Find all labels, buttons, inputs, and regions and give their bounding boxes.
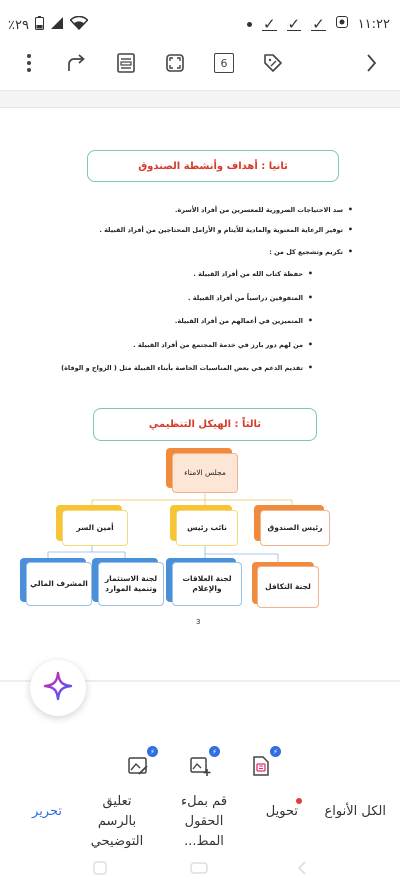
- document-view-icon[interactable]: [113, 50, 139, 76]
- image-edit-icon: [128, 757, 148, 775]
- battery-icon: [34, 16, 44, 34]
- nav-back-icon[interactable]: [296, 860, 308, 880]
- org-node-board: مجلس الامناء: [172, 453, 238, 493]
- check-icon: ✓: [261, 14, 277, 33]
- sparkle-icon: [43, 671, 73, 705]
- edit-image-tool[interactable]: ⚡: [124, 746, 158, 780]
- nav-home-icon[interactable]: [190, 860, 208, 880]
- chevron-right-icon[interactable]: [358, 50, 384, 76]
- org-node-vice-president: نائب رئيس: [176, 510, 238, 546]
- system-nav-bar: [0, 848, 400, 889]
- status-left: ٪٢٩: [8, 15, 89, 34]
- tab-fill-fields[interactable]: قم بملء الحقول المط...: [164, 792, 244, 852]
- org-node-financial-supervisor: المشرف المالي: [26, 562, 92, 606]
- toolbar: 6: [0, 46, 400, 80]
- tab-annotate[interactable]: تعليق بالرسم التوضيحي: [82, 792, 152, 852]
- clock: ١١:٢٢: [357, 16, 390, 32]
- document-top-gap: [0, 90, 400, 108]
- signal-icon: [50, 16, 64, 34]
- page-number: 3: [196, 618, 201, 626]
- check-icon: ✓: [286, 14, 302, 33]
- notification-dot-icon: [246, 21, 252, 27]
- bottom-tabs: الكل الأنواع تحويل قم بملء الحقول المط..…: [0, 792, 400, 849]
- org-node-relations-committee: لجنة العلاقات والإعلام: [172, 562, 242, 606]
- check-icon: ✓: [311, 14, 326, 33]
- ai-assistant-button[interactable]: [30, 660, 86, 716]
- add-image-tool[interactable]: ⚡: [186, 746, 220, 780]
- org-node-solidarity-committee: لجنة التكافل: [257, 566, 319, 608]
- fullscreen-icon[interactable]: [162, 50, 188, 76]
- status-right: ✓ ✓ ✓ ١١:٢٢: [246, 14, 390, 33]
- tab-all-types[interactable]: الكل الأنواع: [325, 802, 386, 822]
- org-node-secretary: أمين السر: [62, 510, 128, 546]
- convert-notification-dot: [296, 798, 302, 804]
- premium-badge-icon: ⚡: [147, 746, 158, 757]
- more-vertical-icon[interactable]: [16, 50, 42, 76]
- share-icon[interactable]: [64, 50, 90, 76]
- org-node-investment-committee: لجنة الاستثمار وتنمية الموارد: [98, 562, 164, 606]
- status-bar: ٪٢٩ ✓ ✓ ✓ ١١:٢٢: [0, 0, 400, 46]
- image-add-icon: [190, 757, 211, 776]
- record-icon: [335, 16, 348, 32]
- discount-tag-icon[interactable]: [260, 50, 286, 76]
- screen: ٪٢٩ ✓ ✓ ✓ ١١:٢٢ 6 ثانيا: أهداف وأنشطة ا…: [0, 0, 400, 889]
- tab-convert[interactable]: تحويل: [266, 802, 298, 822]
- premium-badge-icon: ⚡: [209, 746, 220, 757]
- page-count-label: 6: [214, 53, 234, 73]
- wifi-icon: [69, 15, 89, 34]
- ai-document-tool[interactable]: ⚡: [247, 746, 281, 780]
- nav-recents-icon[interactable]: [92, 860, 108, 880]
- org-node-fund-president: رئيس الصندوق: [260, 510, 330, 546]
- tab-edit[interactable]: تحرير: [32, 802, 62, 822]
- premium-badge-icon: ⚡: [270, 746, 281, 757]
- page-count-icon[interactable]: 6: [211, 50, 237, 76]
- document-ai-icon: [253, 756, 269, 776]
- battery-percent: ٪٢٩: [8, 17, 29, 33]
- document-page[interactable]: ثانيا : أهداف وأنشطة الصندوق سد الاحتياج…: [0, 108, 400, 680]
